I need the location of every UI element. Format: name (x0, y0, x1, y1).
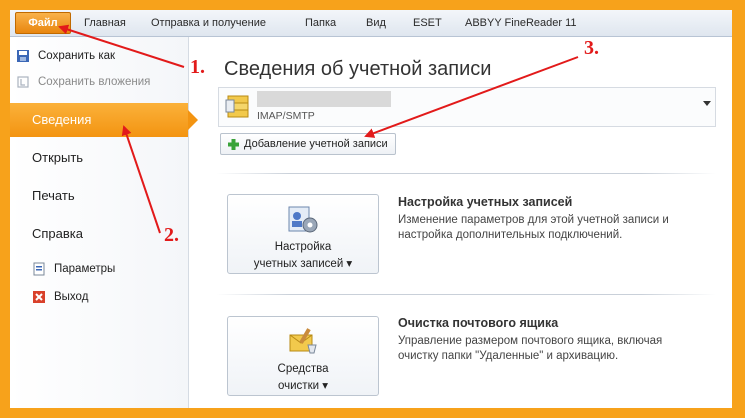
tab-view[interactable]: Вид (366, 17, 386, 29)
add-account-button[interactable]: Добавление учетной записи (220, 133, 396, 155)
account-email-redacted (257, 91, 391, 107)
account-settings-button[interactable]: Настройка учетных записей ▾ (227, 194, 379, 274)
nav-help[interactable]: Справка (10, 217, 188, 251)
options-icon (33, 262, 45, 276)
nav-options[interactable]: Параметры (32, 260, 115, 278)
mailbox-icon (225, 95, 249, 118)
nav-save-attachments[interactable]: Сохранить вложения (16, 73, 150, 91)
cleanup-btn-line1: Средства (277, 363, 329, 375)
nav-save-as-label: Сохранить как (38, 50, 116, 62)
account-settings-title: Настройка учетных записей (398, 195, 573, 209)
page-title: Сведения об учетной записи (224, 58, 492, 80)
step-3-label: 3. (584, 37, 599, 59)
account-settings-icon (288, 206, 318, 233)
outlook-backstage-window: Файл Главная Отправка и получение Папка … (10, 10, 732, 408)
cleanup-btn-line2: очистки ▾ (278, 380, 328, 392)
nav-print-label: Печать (32, 188, 75, 203)
divider (216, 173, 716, 174)
cleanup-title: Очистка почтового ящика (398, 316, 559, 330)
plus-icon (228, 138, 239, 150)
tab-eset[interactable]: ESET (413, 17, 442, 29)
tab-abbyy[interactable]: ABBYY FineReader 11 (465, 17, 577, 29)
cleanup-description: Управление размером почтового ящика, вкл… (398, 335, 663, 362)
nav-info[interactable]: Сведения (10, 103, 198, 137)
nav-options-label: Параметры (54, 263, 116, 275)
ribbon-tab-bar: Файл Главная Отправка и получение Папка … (10, 10, 732, 37)
divider (216, 294, 716, 295)
nav-open-label: Открыть (32, 150, 84, 165)
nav-save-attachments-label: Сохранить вложения (38, 76, 151, 88)
account-type: IMAP/SMTP (257, 110, 315, 122)
nav-exit[interactable]: Выход (32, 288, 88, 306)
nav-info-label: Сведения (32, 112, 92, 127)
account-settings-btn-line1: Настройка (274, 241, 332, 253)
backstage-nav: Сохранить как Сохранить вложения Сведени… (10, 37, 198, 408)
nav-help-label: Справка (32, 226, 83, 241)
tab-send-receive[interactable]: Отправка и получение (151, 17, 266, 29)
account-settings-btn-line2: учетных записей ▾ (253, 258, 353, 270)
account-settings-description: Изменение параметров для этой учетной за… (398, 214, 669, 241)
tab-folder[interactable]: Папка (305, 17, 336, 29)
nav-exit-label: Выход (54, 291, 89, 303)
nav-open[interactable]: Открыть (10, 141, 188, 175)
chevron-down-icon[interactable] (703, 101, 711, 106)
exit-icon (33, 291, 45, 303)
account-selector[interactable]: IMAP/SMTP (218, 87, 716, 127)
add-account-label: Добавление учетной записи (244, 138, 388, 150)
tab-home[interactable]: Главная (84, 17, 126, 29)
save-as-icon (17, 50, 29, 62)
tab-file[interactable]: Файл (15, 12, 71, 34)
save-attachments-icon (17, 76, 29, 88)
selected-pointer (188, 110, 198, 130)
cleanup-tools-button[interactable]: Средства очистки ▾ (227, 316, 379, 396)
step-1-label: 1. (190, 56, 205, 78)
nav-print[interactable]: Печать (10, 179, 188, 213)
cleanup-tools-icon (289, 328, 317, 354)
nav-save-as[interactable]: Сохранить как (16, 47, 115, 65)
step-2-label: 2. (164, 224, 179, 246)
